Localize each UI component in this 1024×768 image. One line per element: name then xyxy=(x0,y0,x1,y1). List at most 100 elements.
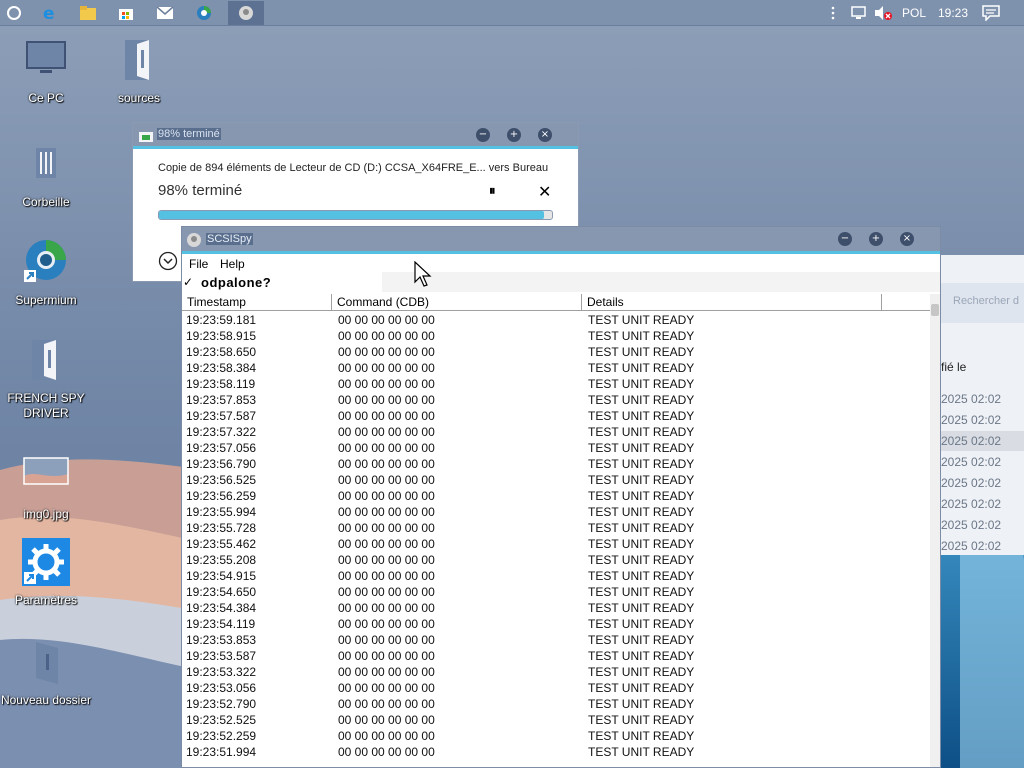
desktop-icon-supermium[interactable]: Supermium xyxy=(0,238,92,308)
volume-muted-icon[interactable] xyxy=(872,1,894,25)
scsispy-taskbar-icon[interactable] xyxy=(228,1,264,25)
table-row[interactable]: 19:23:51.994 00 00 00 00 00 00 TEST UNIT R… xyxy=(182,744,930,760)
scsispy-titlebar[interactable]: SCSISpy − + × xyxy=(182,227,940,254)
desktop-icon-settings[interactable]: Paramètres xyxy=(0,538,92,608)
copy-progress-track xyxy=(158,210,553,220)
cell-timestamp: 19:23:53.587 xyxy=(186,649,257,663)
cell-details: TEST UNIT READY xyxy=(588,377,695,391)
cortana-icon[interactable] xyxy=(0,1,28,25)
column-header-command[interactable]: Command (CDB) xyxy=(332,294,582,311)
maximize-button[interactable]: + xyxy=(507,128,521,142)
store-icon[interactable] xyxy=(112,1,140,25)
odpalone-checkbox-row[interactable]: ✓ odpalone? xyxy=(182,274,382,292)
explorer-date-cell[interactable]: 2025 02:02 xyxy=(941,494,1024,514)
table-row[interactable]: 19:23:56.790 00 00 00 00 00 00 TEST UNIT R… xyxy=(182,456,930,472)
network-icon[interactable] xyxy=(848,1,870,25)
file-explorer-icon[interactable] xyxy=(74,1,102,25)
table-row[interactable]: 19:23:53.056 00 00 00 00 00 00 TEST UNIT R… xyxy=(182,680,930,696)
notification-center-icon[interactable] xyxy=(978,1,1004,25)
table-row[interactable]: 19:23:54.384 00 00 00 00 00 00 TEST UNIT R… xyxy=(182,600,930,616)
menu-bar: File Help xyxy=(182,254,940,274)
table-row[interactable]: 19:23:56.525 00 00 00 00 00 00 TEST UNIT R… xyxy=(182,472,930,488)
cancel-copy-button[interactable]: ✕ xyxy=(538,182,551,201)
clock[interactable]: 19:23 xyxy=(938,6,968,20)
desktop-icon-sources[interactable]: sources xyxy=(93,36,185,106)
copy-dialog-titlebar[interactable]: 98% terminé − + × xyxy=(133,123,578,149)
table-row[interactable]: 19:23:53.322 00 00 00 00 00 00 TEST UNIT R… xyxy=(182,664,930,680)
table-row[interactable]: 19:23:52.790 00 00 00 00 00 00 TEST UNIT R… xyxy=(182,696,930,712)
table-row[interactable]: 19:23:58.384 00 00 00 00 00 00 TEST UNIT R… xyxy=(182,360,930,376)
cell-details: TEST UNIT READY xyxy=(588,745,695,759)
table-row[interactable]: 19:23:55.462 00 00 00 00 00 00 TEST UNIT R… xyxy=(182,536,930,552)
table-row[interactable]: 19:23:54.915 00 00 00 00 00 00 TEST UNIT R… xyxy=(182,568,930,584)
cell-command: 00 00 00 00 00 00 xyxy=(338,329,435,343)
cell-details: TEST UNIT READY xyxy=(588,457,695,471)
explorer-date-cell[interactable]: 2025 02:02 xyxy=(941,536,1024,556)
computer-icon xyxy=(26,41,66,73)
explorer-date-cell[interactable]: 2025 02:02 xyxy=(941,389,1024,409)
desktop-icon-new-folder[interactable]: Nouveau dossier xyxy=(0,638,92,708)
desktop-icon-recycle-bin[interactable]: Corbeille xyxy=(0,140,92,210)
table-row[interactable]: 19:23:55.994 00 00 00 00 00 00 TEST UNIT R… xyxy=(182,504,930,520)
explorer-date-cell[interactable]: 2025 02:02 xyxy=(941,410,1024,430)
more-details-chevron-icon[interactable] xyxy=(158,251,178,271)
table-row[interactable]: 19:23:52.259 00 00 00 00 00 00 TEST UNIT R… xyxy=(182,728,930,744)
cell-command: 00 00 00 00 00 00 xyxy=(338,313,435,327)
table-row[interactable]: 19:23:57.853 00 00 00 00 00 00 TEST UNIT R… xyxy=(182,392,930,408)
table-row[interactable]: 19:23:53.587 00 00 00 00 00 00 TEST UNIT R… xyxy=(182,648,930,664)
copy-description: Copie de 894 éléments de Lecteur de CD (… xyxy=(158,162,549,174)
menu-help[interactable]: Help xyxy=(220,257,245,271)
supermium-icon[interactable] xyxy=(190,1,218,25)
checkbox-checked-icon[interactable]: ✓ xyxy=(183,275,193,289)
column-header-details[interactable]: Details xyxy=(582,294,882,311)
explorer-date-cell[interactable]: 2025 02:02 xyxy=(941,473,1024,493)
table-row[interactable]: 19:23:58.119 00 00 00 00 00 00 TEST UNIT R… xyxy=(182,376,930,392)
explorer-date-cell[interactable]: 2025 02:02 xyxy=(941,515,1024,535)
explorer-search-box[interactable]: Rechercher d xyxy=(941,283,1024,323)
cell-timestamp: 19:23:57.587 xyxy=(186,409,257,423)
vertical-scrollbar[interactable] xyxy=(930,294,940,767)
edge-icon[interactable]: e xyxy=(36,1,64,25)
table-row[interactable]: 19:23:54.119 00 00 00 00 00 00 TEST UNIT R… xyxy=(182,616,930,632)
menu-file[interactable]: File xyxy=(189,257,208,271)
maximize-button[interactable]: + xyxy=(869,232,883,246)
table-row[interactable]: 19:23:55.208 00 00 00 00 00 00 TEST UNIT R… xyxy=(182,552,930,568)
table-row[interactable]: 19:23:57.056 00 00 00 00 00 00 TEST UNIT R… xyxy=(182,440,930,456)
table-row[interactable]: 19:23:57.587 00 00 00 00 00 00 TEST UNIT R… xyxy=(182,408,930,424)
desktop-icon-label: FRENCH SPY DRIVER xyxy=(7,391,85,420)
table-row[interactable]: 19:23:59.181 00 00 00 00 00 00 TEST UNIT R… xyxy=(182,312,930,328)
table-row[interactable]: 19:23:54.650 00 00 00 00 00 00 TEST UNIT R… xyxy=(182,584,930,600)
table-row[interactable]: 19:23:53.853 00 00 00 00 00 00 TEST UNIT R… xyxy=(182,632,930,648)
cell-details: TEST UNIT READY xyxy=(588,521,695,535)
cell-command: 00 00 00 00 00 00 xyxy=(338,681,435,695)
minimize-button[interactable]: − xyxy=(476,128,490,142)
desktop-icon-this-pc[interactable]: Ce PC xyxy=(0,36,92,106)
cell-timestamp: 19:23:54.119 xyxy=(186,617,256,631)
cell-timestamp: 19:23:56.525 xyxy=(186,473,257,487)
desktop-icon-img0[interactable]: img0.jpg xyxy=(0,452,92,522)
table-row[interactable]: 19:23:58.915 00 00 00 00 00 00 TEST UNIT R… xyxy=(182,328,930,344)
column-header-timestamp[interactable]: Timestamp xyxy=(182,294,332,311)
explorer-column-header[interactable]: fié le xyxy=(941,360,966,374)
cell-timestamp: 19:23:55.462 xyxy=(186,537,257,551)
table-row[interactable]: 19:23:58.650 00 00 00 00 00 00 TEST UNIT R… xyxy=(182,344,930,360)
table-row[interactable]: 19:23:52.525 00 00 00 00 00 00 TEST UNIT R… xyxy=(182,712,930,728)
minimize-button[interactable]: − xyxy=(838,232,852,246)
cell-timestamp: 19:23:57.056 xyxy=(186,441,257,455)
desktop-icon-label: Paramètres xyxy=(14,593,78,607)
mail-icon[interactable] xyxy=(151,1,179,25)
close-button[interactable]: × xyxy=(900,232,914,246)
toolbar-blank-area xyxy=(382,272,940,292)
language-indicator[interactable]: POL xyxy=(902,6,926,20)
table-row[interactable]: 19:23:55.728 00 00 00 00 00 00 TEST UNIT R… xyxy=(182,520,930,536)
table-row[interactable]: 19:23:57.322 00 00 00 00 00 00 TEST UNIT R… xyxy=(182,424,930,440)
close-button[interactable]: × xyxy=(538,128,552,142)
table-row[interactable]: 19:23:56.259 00 00 00 00 00 00 TEST UNIT R… xyxy=(182,488,930,504)
scrollbar-thumb[interactable] xyxy=(931,304,939,316)
explorer-date-cell[interactable]: 2025 02:02 xyxy=(941,452,1024,472)
pause-button[interactable]: ⏸ xyxy=(489,184,496,199)
cell-details: TEST UNIT READY xyxy=(588,489,695,503)
explorer-date-cell[interactable]: 2025 02:02 xyxy=(941,431,1024,451)
show-hidden-icons-icon[interactable] xyxy=(826,1,840,25)
desktop-icon-french-spy-driver[interactable]: FRENCH SPY DRIVER xyxy=(0,336,92,421)
